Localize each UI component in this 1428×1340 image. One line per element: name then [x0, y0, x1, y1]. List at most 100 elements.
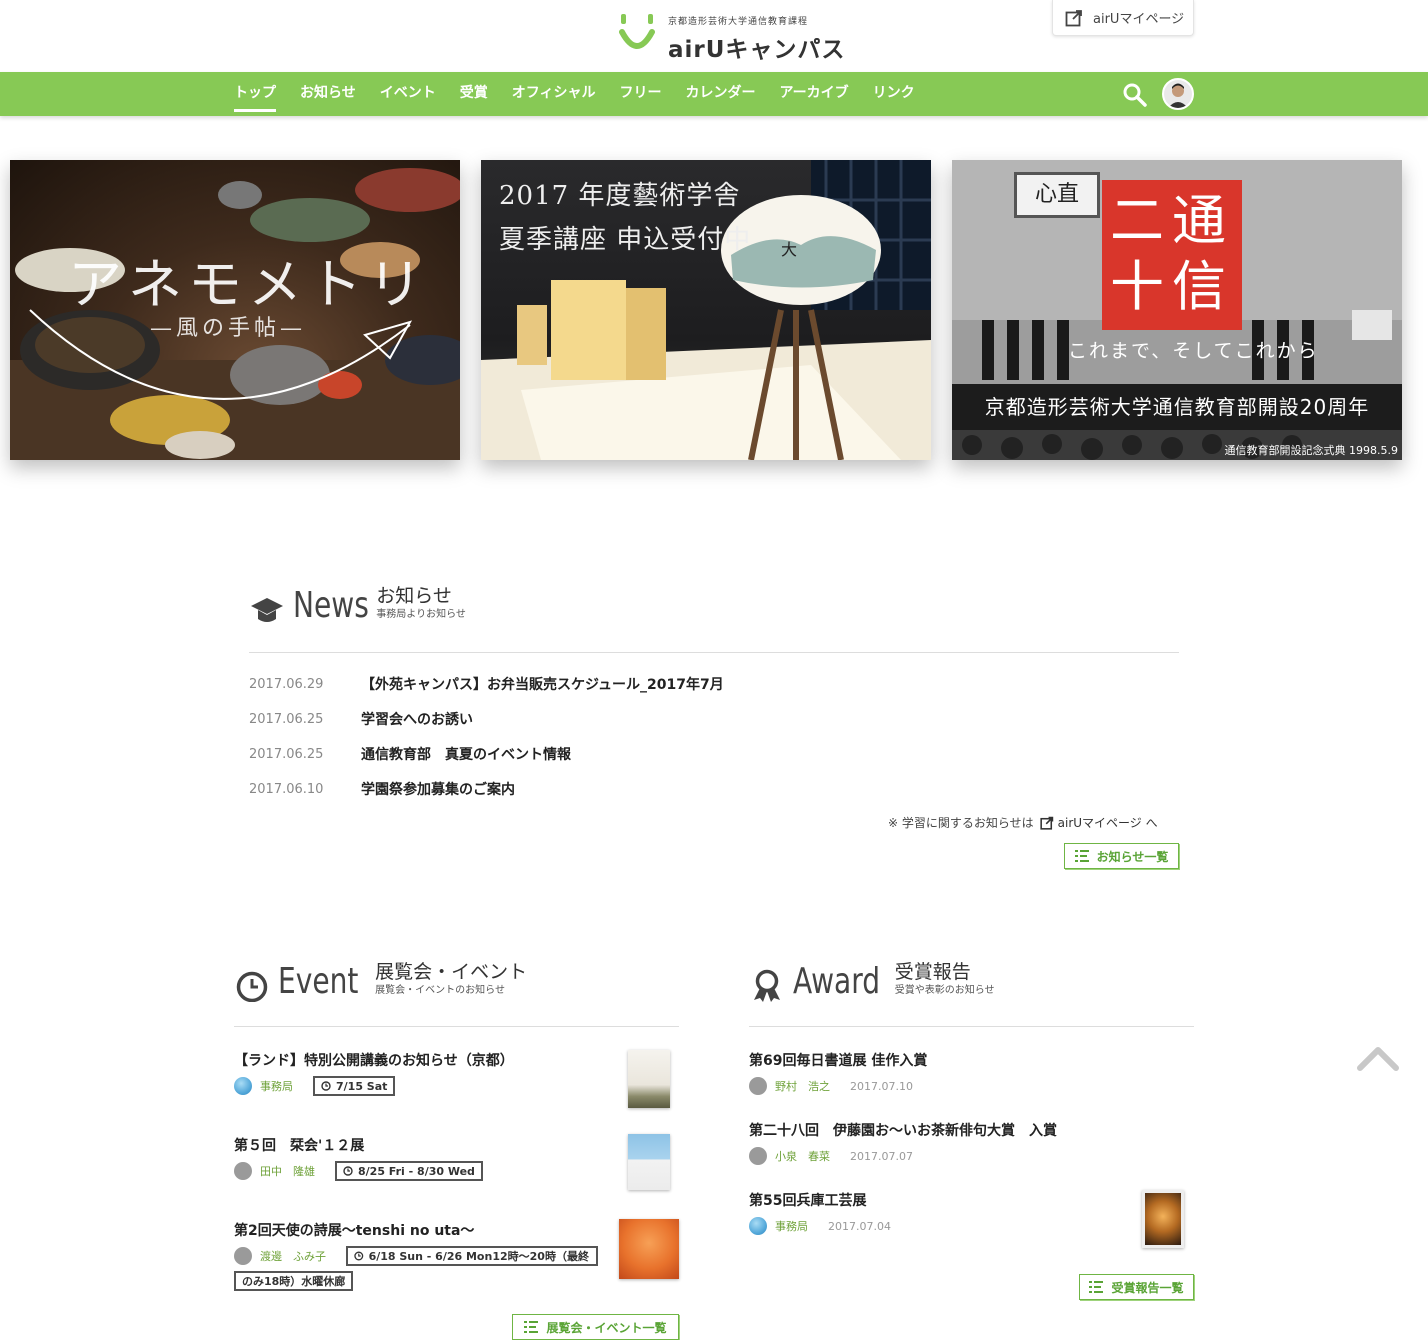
- banner-anemometry[interactable]: アネモメトリ —風の手帖—: [10, 160, 460, 460]
- user-avatar[interactable]: [1162, 78, 1194, 110]
- event-thumbnail[interactable]: [628, 1134, 670, 1190]
- event-subtitle: 展覧会・イベントのお知らせ: [375, 985, 505, 996]
- news-title-en: News: [293, 585, 369, 626]
- news-subtitle: 事務局よりお知らせ: [376, 609, 466, 620]
- logo-smile-icon: [618, 12, 656, 58]
- award-item-meta: 事務局 2017.07.04: [749, 1217, 891, 1235]
- event-item-meta: 渡邊 ふみ子 6/18 Sun - 6/26 Mon12時～20時（最終日: [234, 1246, 598, 1266]
- author-avatar: [749, 1077, 767, 1095]
- nav-item-news[interactable]: お知らせ: [300, 72, 356, 116]
- award-list-label: 受賞報告一覧: [1111, 1280, 1184, 1295]
- banner-band-text: 京都造形芸術大学通信教育部開設20周年: [952, 384, 1402, 430]
- event-thumbnail[interactable]: [628, 1050, 670, 1108]
- event-item-title[interactable]: 第５回 栞会'１２展: [234, 1135, 364, 1155]
- nav-item-free[interactable]: フリー: [619, 72, 661, 116]
- external-link-icon: [1040, 816, 1053, 830]
- banner-slogan: これまで、そしてこれから: [1068, 340, 1319, 362]
- award-date: 2017.07.10: [850, 1079, 913, 1093]
- news-date: 2017.06.25: [249, 746, 324, 762]
- banner-seal-text: 二通 十信: [1110, 189, 1234, 318]
- news-date: 2017.06.10: [249, 781, 324, 797]
- event-divider: [234, 1026, 679, 1027]
- news-item[interactable]: 2017.06.25 学習会へのお誘い: [249, 707, 473, 731]
- banner-title: 2017 年度藝術学舎 夏季講座 申込受付中: [499, 174, 751, 262]
- news-section-header: News お知らせ 事務局よりお知らせ: [249, 584, 466, 626]
- award-subtitle: 受賞や表彰のお知らせ: [894, 985, 995, 996]
- news-mypage-link[interactable]: airUマイページ へ: [1038, 814, 1158, 831]
- news-title: 学習会へのお誘い: [361, 712, 473, 728]
- news-title: 通信教育部 真夏のイベント情報: [361, 747, 571, 763]
- event-date-text: 6/18 Sun - 6/26 Mon12時～20時（最終日: [368, 1250, 590, 1263]
- award-title-en: Award: [793, 961, 881, 1002]
- event-date: 8/25 Fri - 8/30 Wed: [335, 1161, 483, 1181]
- event-item-meta: 事務局 7/15 Sat: [234, 1076, 396, 1096]
- banner-summer-course[interactable]: 大 2017 年度藝術学舎 夏季講座 申込受付中: [481, 160, 931, 460]
- award-thumbnail[interactable]: [1142, 1190, 1184, 1248]
- event-title-jp: 展覧会・イベント: [375, 961, 528, 983]
- search-icon[interactable]: [1122, 82, 1148, 108]
- event-section-header: Event 展覧会・イベント 展覧会・イベントのお知らせ: [234, 960, 527, 1002]
- event-thumbnail[interactable]: [619, 1219, 679, 1279]
- mypage-label: airUマイページ: [1093, 12, 1185, 27]
- back-to-top-button[interactable]: [1356, 1044, 1400, 1072]
- news-item[interactable]: 2017.06.29 【外苑キャンパス】お弁当販売スケジュール_2017年7月: [249, 672, 724, 696]
- news-item[interactable]: 2017.06.10 学園祭参加募集のご案内: [249, 777, 515, 801]
- news-title: 【外苑キャンパス】お弁当販売スケジュール_2017年7月: [361, 677, 724, 693]
- nav-item-top[interactable]: トップ: [234, 72, 276, 116]
- author-avatar: [749, 1217, 767, 1235]
- banner-seal: 二通 十信: [1102, 180, 1242, 330]
- banner-subtitle: —風の手帖—: [150, 316, 307, 341]
- clock-icon: [343, 1166, 353, 1176]
- award-item-title[interactable]: 第55回兵庫工芸展: [749, 1190, 866, 1210]
- event-title-en: Event: [278, 961, 359, 1002]
- event-date: 7/15 Sat: [313, 1076, 396, 1096]
- main-nav: トップ お知らせ イベント 受賞 オフィシャル フリー カレンダー アーカイブ …: [0, 72, 1428, 116]
- banner-title-line2: 夏季講座 申込受付中: [499, 225, 752, 255]
- banner-title-line1: 2017 年度藝術学舎: [499, 181, 741, 211]
- award-date: 2017.07.07: [850, 1149, 913, 1163]
- site-header: 京都造形芸術大学通信教育課程 airUキャンパス airUマイページ: [0, 0, 1428, 72]
- news-note-text: ※ 学習に関するお知らせは: [888, 816, 1034, 830]
- logo-title: airUキャンパス: [668, 37, 846, 63]
- event-date: 6/18 Sun - 6/26 Mon12時～20時（最終日: [346, 1246, 598, 1266]
- nav-item-event[interactable]: イベント: [380, 72, 436, 116]
- nav-item-archive[interactable]: アーカイブ: [779, 72, 848, 116]
- list-icon: [1089, 1281, 1104, 1293]
- nav-item-link[interactable]: リンク: [873, 72, 915, 116]
- chevron-up-icon: [1357, 1047, 1399, 1071]
- news-list-button[interactable]: お知らせ一覧: [1064, 843, 1179, 869]
- site-logo[interactable]: 京都造形芸術大学通信教育課程 airUキャンパス: [618, 12, 845, 63]
- author-name[interactable]: 小泉 春菜: [775, 1148, 830, 1164]
- nav-item-calendar[interactable]: カレンダー: [685, 72, 755, 116]
- event-date-text: のみ18時）水曜休廊: [242, 1275, 346, 1288]
- award-title-jp: 受賞報告: [894, 961, 971, 983]
- author-avatar: [234, 1247, 252, 1265]
- author-name[interactable]: 田中 隆雄: [260, 1163, 315, 1179]
- nav-item-award[interactable]: 受賞: [460, 72, 488, 116]
- event-date-text: 7/15 Sat: [336, 1079, 388, 1093]
- award-item-title[interactable]: 第二十八回 伊藤園お～いお茶新俳句大賞 入賞: [749, 1120, 1057, 1140]
- lamp-char: 大: [781, 240, 797, 259]
- award-item-title[interactable]: 第69回毎日書道展 佳作入賞: [749, 1050, 927, 1070]
- event-item-meta: 田中 隆雄 8/25 Fri - 8/30 Wed: [234, 1161, 483, 1181]
- news-date: 2017.06.25: [249, 711, 324, 727]
- news-date: 2017.06.29: [249, 676, 324, 692]
- list-icon: [524, 1321, 539, 1333]
- event-list-button[interactable]: 展覧会・イベント一覧: [512, 1314, 679, 1340]
- author-name[interactable]: 事務局: [260, 1078, 293, 1094]
- event-date-continued: のみ18時）水曜休廊: [234, 1271, 354, 1291]
- mypage-button[interactable]: airUマイページ: [1052, 0, 1194, 36]
- author-name[interactable]: 渡邊 ふみ子: [260, 1248, 326, 1264]
- event-item-title[interactable]: 【ランド】特別公開講義のお知らせ（京都）: [234, 1050, 514, 1070]
- author-name[interactable]: 事務局: [775, 1218, 808, 1234]
- graduation-cap-icon: [251, 598, 283, 622]
- banner-20th-anniversary[interactable]: 心直 二通 十信 これまで、そしてこれから 京都造形芸術大学通信教育部開設20周…: [952, 160, 1402, 460]
- author-name[interactable]: 野村 浩之: [775, 1078, 830, 1094]
- news-item[interactable]: 2017.06.25 通信教育部 真夏のイベント情報: [249, 742, 571, 766]
- award-list-button[interactable]: 受賞報告一覧: [1079, 1274, 1194, 1300]
- event-item-title[interactable]: 第2回天使の詩展～tenshi no uta～: [234, 1220, 474, 1240]
- nav-item-official[interactable]: オフィシャル: [512, 72, 596, 116]
- news-mypage-link-label: airUマイページ へ: [1057, 816, 1158, 830]
- list-icon: [1074, 850, 1089, 862]
- award-item-meta: 野村 浩之 2017.07.10: [749, 1077, 913, 1095]
